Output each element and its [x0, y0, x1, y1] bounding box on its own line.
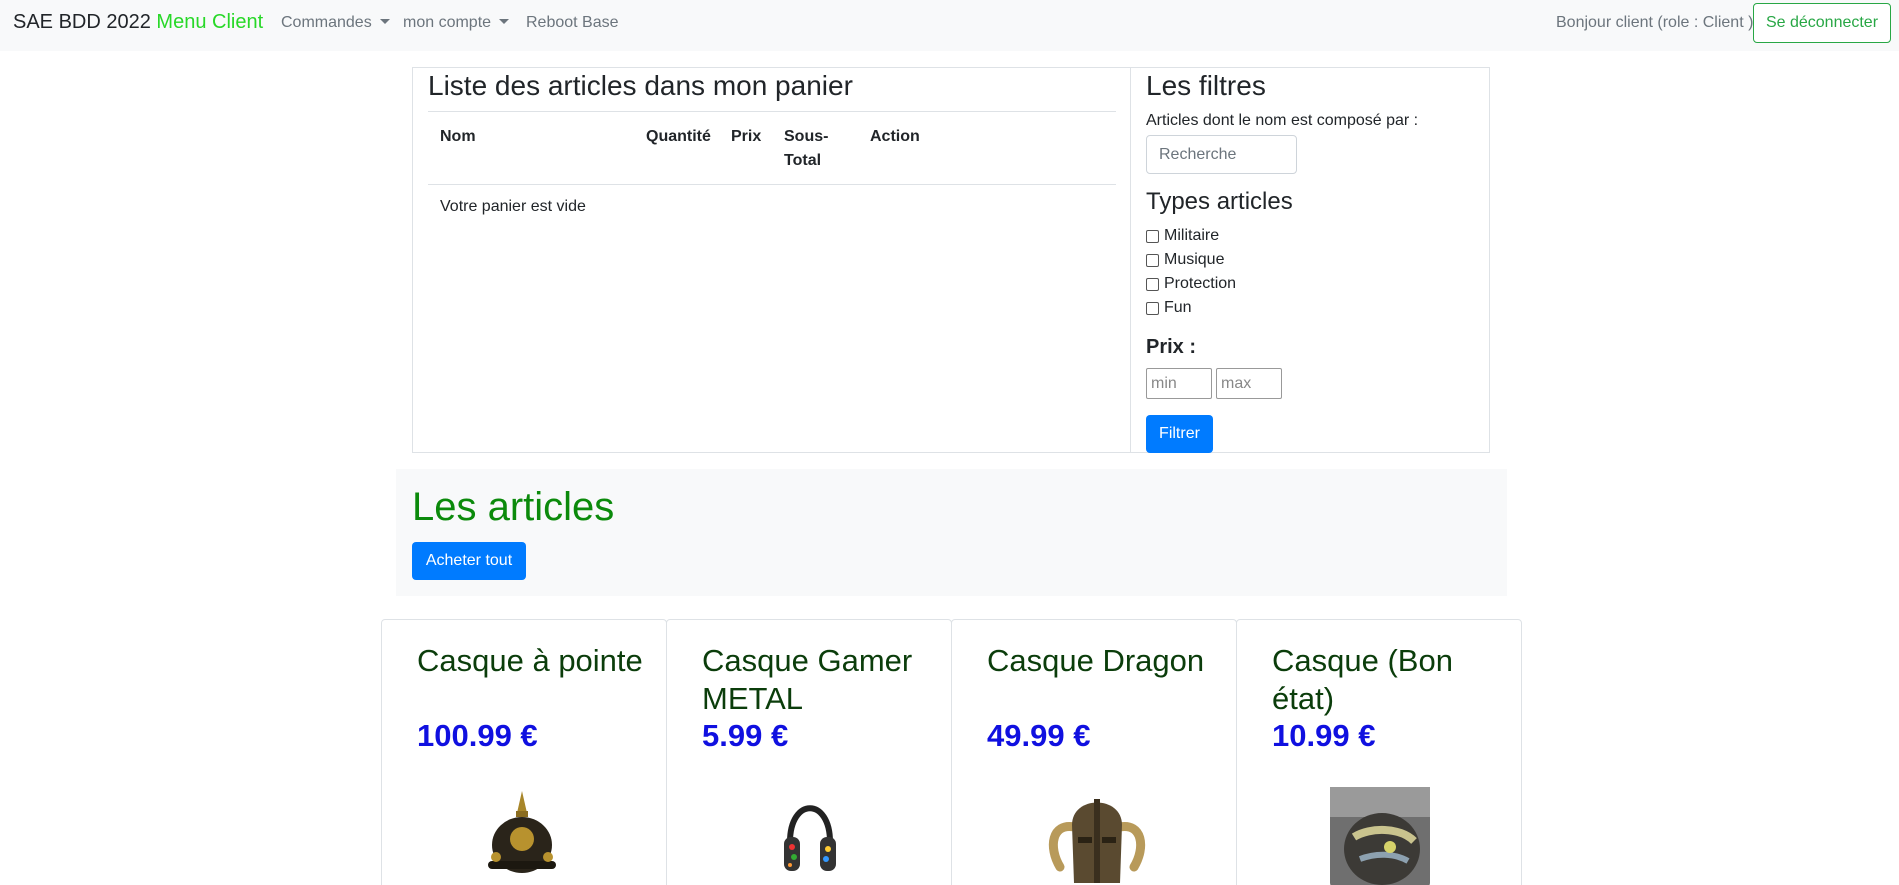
reboot-base-link[interactable]: Reboot Base [526, 14, 619, 32]
article-name: Casque (Bon état) [1272, 643, 1453, 716]
type-checkbox-musique[interactable]: Musique [1146, 251, 1224, 269]
article-price: 100.99 € [417, 718, 538, 753]
article-price: 49.99 € [987, 718, 1091, 753]
article-name: Casque Gamer METAL [702, 643, 913, 716]
buy-all-button[interactable]: Acheter tout [412, 542, 526, 580]
checkbox-label: Fun [1164, 299, 1192, 316]
brand[interactable]: SAE BDD 2022 Menu Client [13, 11, 263, 34]
brand-menu-client: Menu Client [156, 11, 264, 33]
filters-title: Les filtres [1146, 70, 1266, 101]
price-max-input[interactable] [1216, 368, 1282, 399]
empty-cart-message: Votre panier est vide [440, 198, 586, 215]
column-header-nom: Nom [440, 128, 476, 145]
mon-compte-label: mon compte [403, 14, 492, 31]
motorcycle-helmet-photo-icon [1330, 787, 1430, 885]
column-header-prix: Prix [731, 128, 762, 145]
column-header-action: Action [870, 128, 920, 145]
type-checkbox-fun[interactable]: Fun [1146, 299, 1192, 317]
checkbox-label: Musique [1164, 251, 1225, 268]
brand-title: SAE BDD 2022 [13, 11, 151, 33]
types-title: Types articles [1146, 188, 1293, 215]
checkbox-label: Protection [1164, 275, 1237, 292]
filter-panel: Les filtres Articles dont le nom est com… [1130, 67, 1490, 453]
articles-banner: Les articles Acheter tout [396, 469, 1507, 596]
filter-button[interactable]: Filtrer [1146, 415, 1213, 453]
article-price: 10.99 € [1272, 718, 1376, 753]
commandes-dropdown[interactable]: Commandes [281, 14, 390, 32]
checkbox[interactable] [1146, 277, 1159, 291]
sous-total-line-1: Sous- [784, 128, 829, 145]
article-card[interactable]: Casque à pointe 100.99 € [381, 619, 667, 885]
sous-total-line-2: Total [784, 152, 822, 169]
commandes-label: Commandes [281, 14, 372, 31]
checkbox[interactable] [1146, 229, 1159, 243]
article-price: 5.99 € [702, 718, 789, 753]
article-name: Casque à pointe [417, 643, 643, 678]
logout-button[interactable]: Se déconnecter [1753, 3, 1891, 43]
column-header-sous-total: Sous- Total [784, 125, 828, 173]
type-checkbox-militaire[interactable]: Militaire [1146, 227, 1219, 245]
divider [428, 184, 1116, 185]
pickelhaube-helmet-icon [488, 791, 556, 873]
divider [428, 111, 1116, 112]
headphones-icon [784, 805, 836, 871]
user-greeting: Bonjour client (role : Client ) [1556, 14, 1754, 31]
mon-compte-dropdown[interactable]: mon compte [403, 14, 510, 32]
checkbox[interactable] [1146, 253, 1159, 267]
price-label: Prix : [1146, 336, 1197, 358]
horned-helmet-icon [1048, 799, 1146, 883]
search-input[interactable] [1146, 135, 1297, 174]
articles-title: Les articles [412, 485, 615, 529]
article-name: Casque Dragon [987, 643, 1205, 678]
article-card[interactable]: Casque Dragon 49.99 € [951, 619, 1237, 885]
price-min-input[interactable] [1146, 368, 1212, 399]
chevron-down-icon [379, 19, 390, 24]
checkbox-label: Militaire [1164, 227, 1220, 244]
article-card[interactable]: Casque (Bon état) 10.99 € [1236, 619, 1522, 885]
top-navbar: SAE BDD 2022 Menu Client Commandes mon c… [0, 0, 1899, 51]
cart-panel: Liste des articles dans mon panier Nom Q… [412, 67, 1131, 453]
checkbox[interactable] [1146, 301, 1159, 315]
type-checkbox-protection[interactable]: Protection [1146, 275, 1236, 293]
name-filter-label: Articles dont le nom est composé par : [1146, 112, 1419, 129]
column-header-quantite: Quantité [646, 128, 711, 145]
cart-title: Liste des articles dans mon panier [428, 70, 853, 101]
chevron-down-icon [499, 19, 510, 24]
article-card[interactable]: Casque Gamer METAL 5.99 € [666, 619, 952, 885]
